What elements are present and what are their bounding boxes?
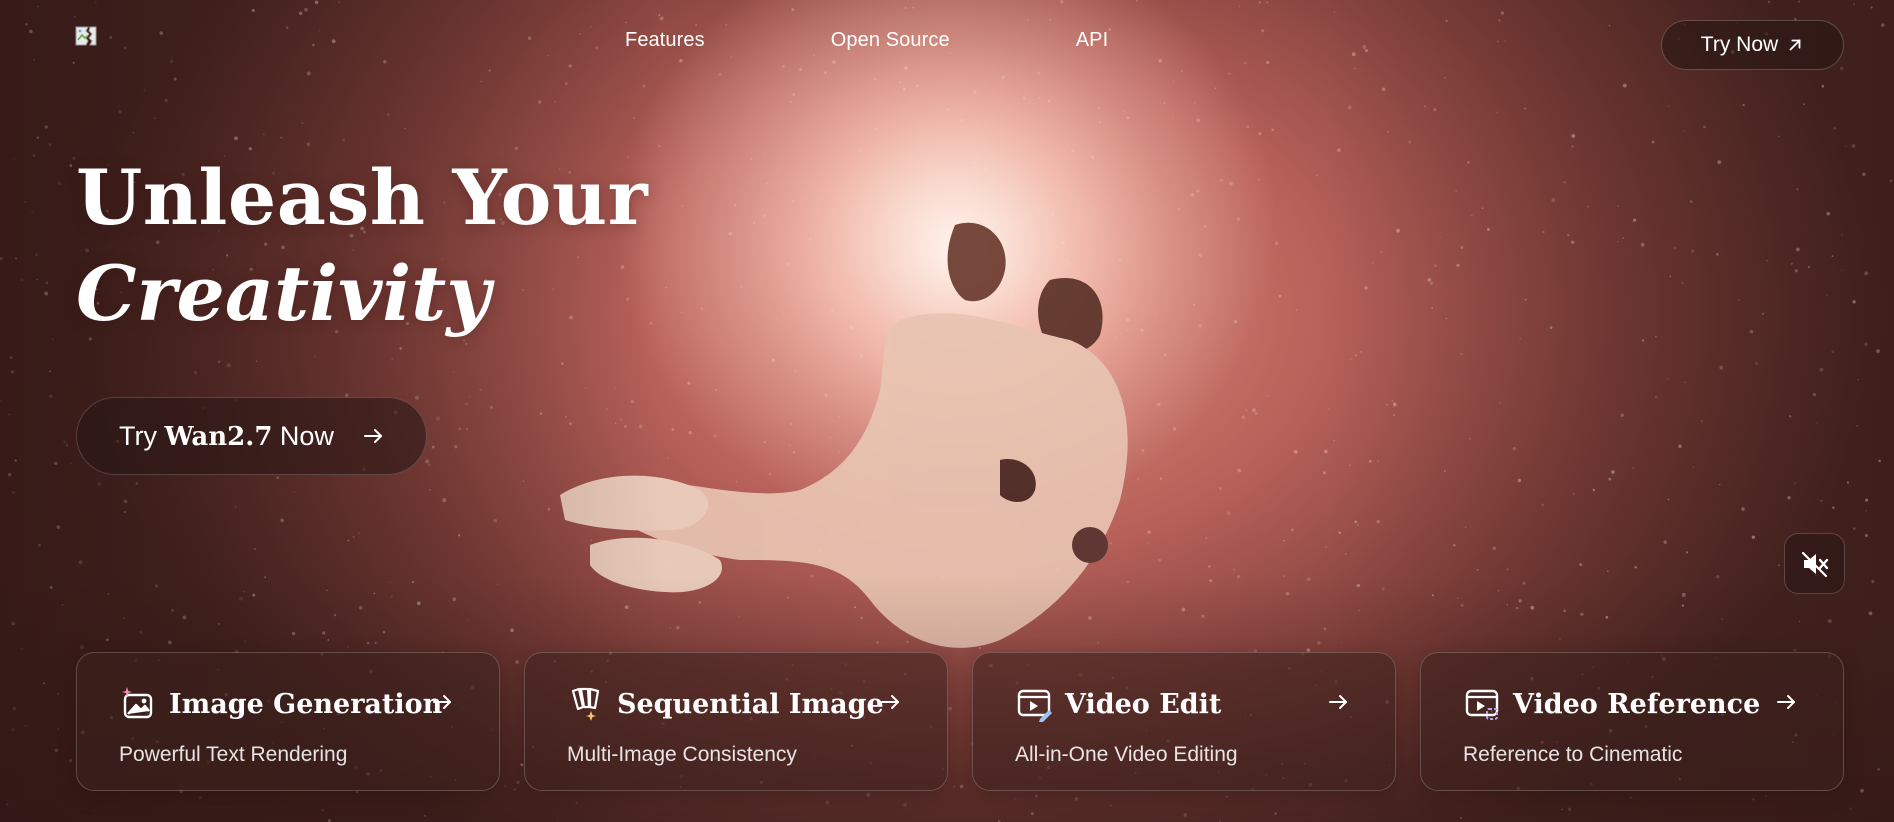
arrow-right-icon	[1329, 695, 1347, 709]
speaker-muted-icon	[1801, 551, 1828, 577]
card-sequential-image[interactable]: Sequential Image Multi-Image Consistency	[524, 652, 948, 791]
card-subtitle: Multi-Image Consistency	[567, 743, 797, 766]
hero-title-line2: Creativity	[76, 249, 491, 338]
card-title: Video Edit	[1065, 688, 1222, 720]
arrow-right-icon	[433, 695, 451, 709]
hero-headline: Unleash Your Creativity	[76, 150, 648, 342]
arrow-up-right-icon	[1789, 39, 1801, 51]
video-reference-icon	[1463, 685, 1501, 723]
card-subtitle: Reference to Cinematic	[1463, 743, 1683, 766]
card-video-edit[interactable]: Video Edit All-in-One Video Editing	[972, 652, 1396, 791]
arrow-right-icon	[1777, 695, 1795, 709]
card-title: Sequential Image	[617, 688, 884, 720]
card-image-generation[interactable]: Image Generation Powerful Text Rendering	[76, 652, 500, 791]
cta-label: Try Wan2.7 Now	[119, 421, 334, 452]
nav-link-api[interactable]: API	[1076, 29, 1109, 52]
main-nav: Features Open Source API	[625, 29, 1108, 52]
image-sparkle-icon	[119, 685, 157, 723]
card-subtitle: All-in-One Video Editing	[1015, 743, 1238, 766]
video-edit-icon	[1015, 685, 1053, 723]
nav-link-open-source[interactable]: Open Source	[831, 29, 950, 52]
mute-toggle-button[interactable]	[1784, 533, 1845, 594]
card-title: Image Generation	[169, 688, 443, 720]
try-now-button[interactable]: Try Now	[1661, 20, 1844, 70]
cta-brand: Wan2.7	[164, 421, 273, 452]
try-now-label: Try Now	[1700, 33, 1779, 56]
card-subtitle: Powerful Text Rendering	[119, 743, 348, 766]
card-video-reference[interactable]: Video Reference Reference to Cinematic	[1420, 652, 1844, 791]
nav-link-features[interactable]: Features	[625, 29, 705, 52]
arrow-right-icon	[881, 695, 899, 709]
try-wan-now-button[interactable]: Try Wan2.7 Now	[76, 397, 427, 475]
feature-cards: Image Generation Powerful Text Rendering…	[76, 652, 1844, 791]
cta-suffix: Now	[272, 420, 334, 451]
multi-image-icon	[567, 685, 605, 723]
hero-title-line1: Unleash Your	[76, 153, 649, 242]
logo-broken-image-icon[interactable]	[74, 24, 98, 48]
cta-prefix: Try	[119, 420, 165, 451]
arrow-right-icon	[363, 429, 382, 443]
card-title: Video Reference	[1513, 688, 1761, 720]
